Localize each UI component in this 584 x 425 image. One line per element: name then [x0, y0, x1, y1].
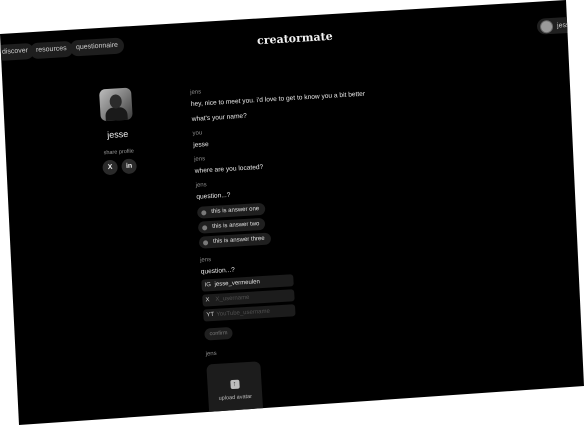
linkedin-icon: in — [125, 162, 133, 170]
share-x-button[interactable]: X — [102, 159, 119, 176]
instagram-value: jesse_vermeulen — [214, 279, 261, 288]
upload-avatar-button[interactable]: ↑ upload avatar — [206, 361, 264, 419]
answer-label: this is answer two — [211, 221, 260, 230]
instagram-prefix: IG — [204, 282, 212, 289]
answer-option[interactable]: this is answer two — [197, 217, 266, 234]
user-menu-label: jesse — [556, 21, 574, 30]
share-linkedin-button[interactable]: in — [121, 158, 138, 175]
message-sender: jens — [205, 350, 217, 358]
profile-avatar — [98, 87, 133, 122]
radio-icon — [202, 239, 209, 245]
answer-option[interactable]: this is answer three — [198, 232, 272, 249]
profile-card: jesse share profile X in — [90, 87, 145, 176]
upload-avatar-label: upload avatar — [218, 393, 253, 402]
nav-questionnaire[interactable]: questionnaire — [69, 37, 125, 57]
user-avatar-icon — [539, 19, 554, 34]
radio-icon — [202, 224, 208, 231]
brand-logo[interactable]: creatormate — [257, 30, 333, 47]
chat-thread: jens hey, nice to meet you. i'd love to … — [190, 75, 469, 419]
share-buttons: X in — [94, 158, 145, 176]
share-profile-label: share profile — [103, 148, 135, 157]
x-icon: X — [107, 163, 113, 172]
upload-icon: ↑ — [229, 379, 240, 389]
confirm-button[interactable]: confirm — [204, 326, 233, 341]
answer-option[interactable]: this is answer one — [196, 202, 266, 219]
answer-label: this is answer one — [211, 206, 260, 215]
radio-icon — [201, 209, 207, 216]
youtube-prefix: YT — [206, 311, 215, 319]
youtube-placeholder: YouTube_username — [216, 308, 271, 318]
app-screen: discover resources questionnaire creator… — [0, 0, 584, 425]
nav-resources[interactable]: resources — [29, 40, 74, 60]
youtube-username-field[interactable]: YT YouTube_username — [203, 304, 296, 322]
x-prefix: X — [205, 297, 210, 304]
profile-name: jesse — [106, 128, 129, 141]
x-placeholder: X_username — [215, 294, 250, 303]
user-menu[interactable]: jesse — [536, 15, 584, 35]
answer-label: this is answer three — [212, 235, 265, 245]
